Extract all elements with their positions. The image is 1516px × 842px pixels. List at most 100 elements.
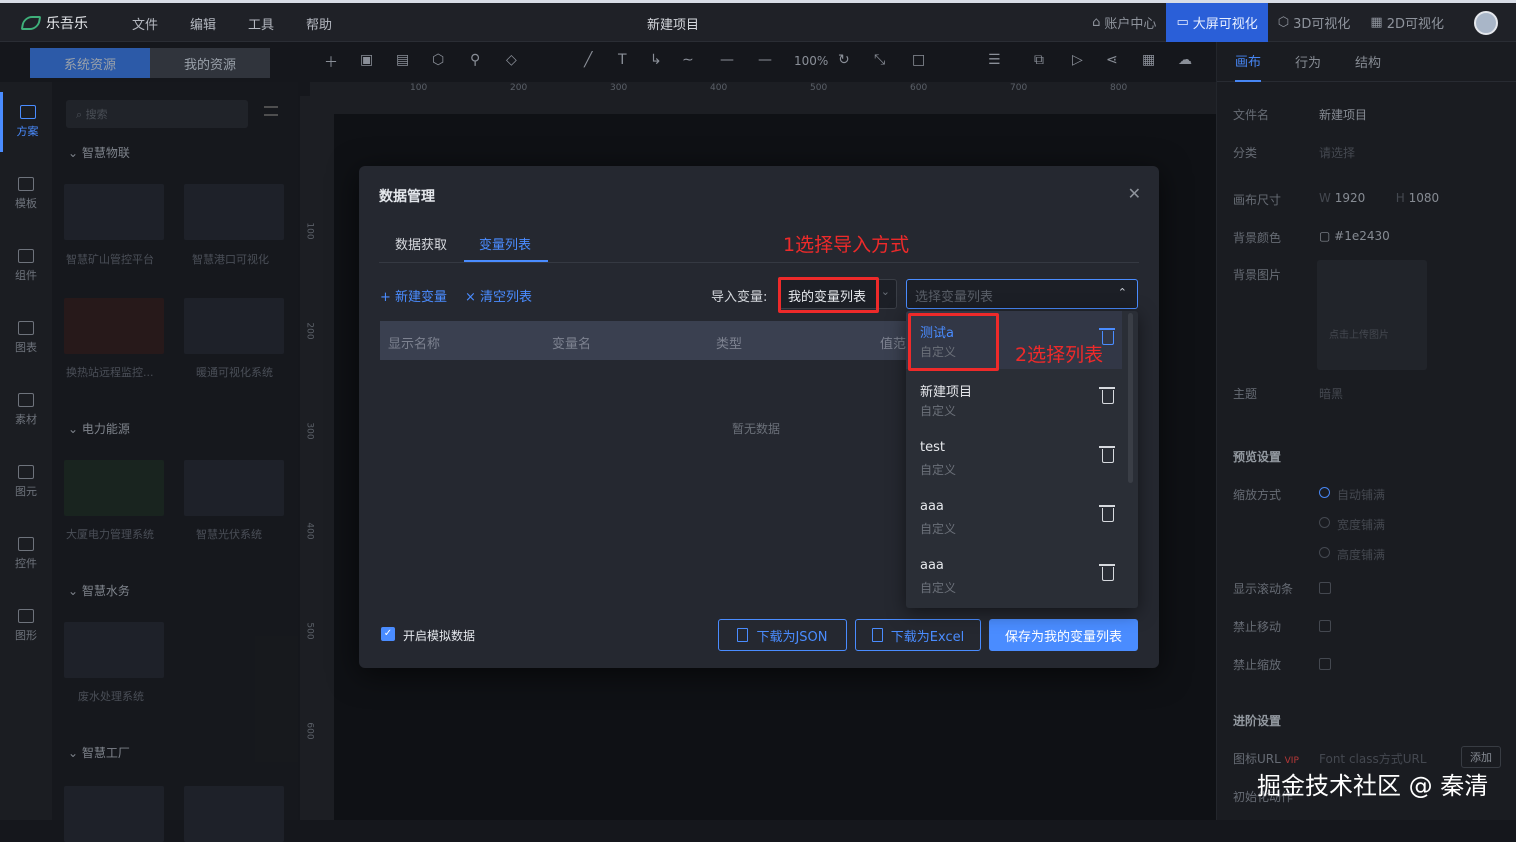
trash-icon[interactable]: [1099, 446, 1115, 463]
mock-data-checkbox[interactable]: ✓: [381, 627, 395, 641]
file-name-field[interactable]: 新建项目: [1319, 106, 1367, 123]
tab-behavior[interactable]: 行为: [1295, 42, 1321, 82]
clear-list-link[interactable]: × 清空列表: [465, 286, 532, 305]
trash-icon[interactable]: [1099, 505, 1115, 522]
cloud-icon[interactable]: ☁: [1178, 52, 1192, 68]
line-arrow-icon[interactable]: —: [758, 52, 772, 68]
shrink-icon[interactable]: ⤡: [874, 52, 885, 68]
thumb-factory-2[interactable]: [184, 786, 284, 842]
page-icon[interactable]: ▤: [396, 52, 409, 68]
download-excel-button[interactable]: 下载为Excel: [855, 619, 981, 651]
category-power[interactable]: ⌄ 电力能源: [68, 420, 130, 437]
menu-tools[interactable]: 工具: [248, 14, 274, 33]
sidebar-item-elements[interactable]: 图元: [0, 452, 52, 512]
canvas-size-field[interactable]: W 1920 H 1080: [1319, 191, 1439, 205]
curve-icon[interactable]: ∼: [682, 52, 694, 68]
thumb-port[interactable]: [184, 184, 284, 240]
thumb-image-placeholder[interactable]: [64, 184, 164, 240]
scrollbar-label: 显示滚动条: [1233, 582, 1294, 596]
add-variable-link[interactable]: + 新建变量: [380, 286, 447, 305]
no-move-checkbox[interactable]: [1319, 620, 1331, 632]
share-icon[interactable]: ⋖: [1106, 52, 1118, 68]
tab-data-fetch[interactable]: 数据获取: [395, 234, 447, 253]
file-name-label: 文件名: [1233, 108, 1270, 122]
thumb-building-power[interactable]: [64, 460, 164, 516]
sidebar-item-charts[interactable]: 图表: [0, 308, 52, 368]
category-select[interactable]: 请选择: [1319, 144, 1355, 161]
search-input[interactable]: ⌕ 搜索: [66, 100, 248, 128]
sidebar-item-components[interactable]: 组件: [0, 236, 52, 296]
icon-url-input[interactable]: Font class方式URL: [1319, 750, 1427, 767]
category-factory[interactable]: ⌄ 智慧工厂: [68, 744, 130, 761]
zoom-level[interactable]: 100%: [794, 54, 828, 68]
variable-list-select[interactable]: 选择变量列表 ⌃: [906, 279, 1138, 309]
viz3d-tab[interactable]: ⬡ 3D可视化: [1268, 3, 1361, 42]
trash-icon[interactable]: [1099, 328, 1115, 345]
viz2d-tab[interactable]: ▦ 2D可视化: [1360, 3, 1454, 42]
category-water[interactable]: ⌄ 智慧水务: [68, 582, 130, 599]
tab-canvas[interactable]: 画布: [1235, 42, 1262, 82]
text-icon[interactable]: T: [618, 52, 627, 68]
list-item[interactable]: aaa 自定义: [906, 488, 1122, 546]
save-my-list-button[interactable]: 保存为我的变量列表: [989, 619, 1138, 651]
save-icon[interactable]: ▣: [360, 52, 373, 68]
dropdown-scrollbar[interactable]: [1128, 313, 1133, 483]
radio-width[interactable]: [1319, 517, 1330, 528]
thumb-factory[interactable]: [64, 786, 164, 842]
add-icon[interactable]: ＋: [324, 52, 338, 72]
qrcode-icon[interactable]: ▦: [1142, 52, 1155, 68]
cube-tool-icon[interactable]: ⬡: [432, 52, 444, 68]
tab-system-resources[interactable]: 系统资源: [30, 48, 150, 78]
line-icon[interactable]: ╱: [584, 52, 592, 68]
layers-icon[interactable]: ☰: [988, 52, 1001, 68]
close-icon[interactable]: ✕: [1128, 184, 1141, 203]
frame-icon[interactable]: □: [912, 52, 925, 68]
tab-variable-list[interactable]: 变量列表: [479, 234, 531, 253]
refresh-icon[interactable]: ↻: [838, 52, 850, 68]
thumb-solar[interactable]: [184, 460, 284, 516]
project-title[interactable]: 新建项目: [647, 14, 699, 33]
no-zoom-checkbox[interactable]: [1319, 658, 1331, 670]
sidebar-item-solutions[interactable]: 方案: [0, 92, 52, 152]
radio-auto[interactable]: [1319, 487, 1330, 498]
connector-icon[interactable]: ↳: [650, 52, 662, 68]
sidebar-item-assets[interactable]: 素材: [0, 380, 52, 440]
line-solid-icon[interactable]: —: [720, 52, 734, 68]
eraser-icon[interactable]: ◇: [506, 52, 517, 68]
sidebar-item-shapes[interactable]: 图形: [0, 596, 52, 656]
menu-help[interactable]: 帮助: [306, 14, 332, 33]
thumb-wastewater[interactable]: [64, 622, 164, 678]
theme-select[interactable]: 暗黑: [1319, 385, 1343, 402]
list-item[interactable]: 新建项目 自定义: [906, 370, 1122, 428]
menu-icon[interactable]: [264, 106, 278, 116]
tab-structure[interactable]: 结构: [1355, 42, 1381, 82]
brush-icon[interactable]: ⚲: [470, 52, 480, 68]
trash-icon[interactable]: [1099, 387, 1115, 404]
add-button[interactable]: 添加: [1461, 746, 1501, 768]
radio-height[interactable]: [1319, 547, 1330, 558]
thumb-heat-station[interactable]: [64, 298, 164, 354]
bg-image-upload[interactable]: 点击上传图片: [1317, 260, 1427, 370]
lock-icon[interactable]: ⧉: [1034, 52, 1044, 68]
advanced-settings-title: 进阶设置: [1233, 714, 1282, 728]
category-iot[interactable]: ⌄ 智慧物联: [68, 144, 130, 161]
app-logo[interactable]: 乐吾乐: [20, 13, 88, 33]
play-icon[interactable]: ▷: [1072, 52, 1083, 68]
account-center-link[interactable]: ⌂ 账户中心: [1082, 3, 1166, 42]
trash-icon[interactable]: [1099, 564, 1115, 581]
scrollbar-checkbox[interactable]: [1319, 582, 1331, 594]
thumb-hvac[interactable]: [184, 298, 284, 354]
list-item[interactable]: test 自定义: [906, 429, 1122, 487]
main-menu: 文件 编辑 工具 帮助: [132, 14, 332, 33]
download-json-button[interactable]: 下载为JSON: [718, 619, 847, 651]
sidebar-item-controls[interactable]: 控件: [0, 524, 52, 584]
chart-icon: [18, 321, 34, 335]
avatar[interactable]: [1474, 10, 1498, 35]
list-item[interactable]: aaa 自定义: [906, 547, 1122, 605]
menu-edit[interactable]: 编辑: [190, 14, 216, 33]
tab-my-resources[interactable]: 我的资源: [150, 48, 270, 78]
sidebar-item-templates[interactable]: 模板: [0, 164, 52, 224]
menu-file[interactable]: 文件: [132, 14, 158, 33]
bigscreen-tab[interactable]: ▭ 大屏可视化: [1166, 3, 1268, 42]
bg-color-field[interactable]: ▢ #1e2430: [1319, 229, 1390, 243]
